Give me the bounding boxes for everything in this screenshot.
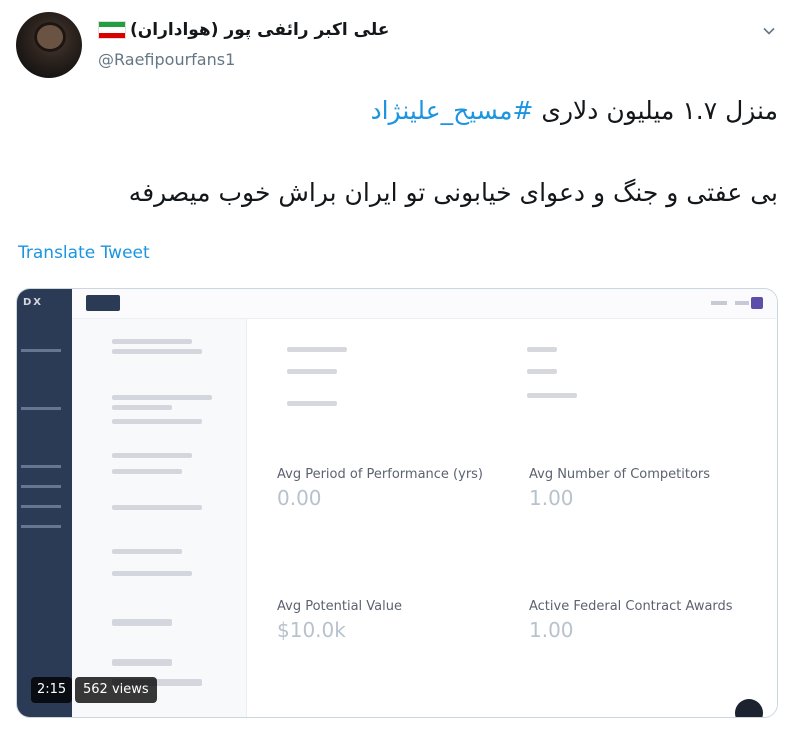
- translate-tweet-link[interactable]: Translate Tweet: [18, 243, 150, 263]
- tweet-text: منزل ۱.۷ میلیون دلاری: [533, 96, 778, 125]
- tweet-card: علی اکبر رائفی پور (هواداران) @Raefipour…: [0, 0, 800, 748]
- user-handle[interactable]: @Raefipourfans1: [98, 50, 235, 69]
- metric-label: Avg Period of Performance (yrs): [277, 467, 484, 482]
- display-name[interactable]: علی اکبر رائفی پور (هواداران): [130, 20, 389, 40]
- metric-active-awards: Active Federal Contract Awards 1.00: [529, 599, 733, 642]
- avatar[interactable]: [16, 12, 82, 78]
- video-app-topbar: [72, 289, 777, 319]
- metric-value: 0.00: [277, 486, 322, 510]
- hashtag-link[interactable]: #مسیح_علینژاد: [370, 96, 533, 125]
- metric-value: 1.00: [529, 486, 574, 510]
- metric-value: 1.00: [529, 618, 574, 642]
- author-name-row: علی اکبر رائفی پور (هواداران): [98, 20, 389, 40]
- metric-value: $10.0k: [277, 618, 346, 642]
- video-app-main: Avg Period of Performance (yrs) 0.00 Avg…: [247, 319, 777, 717]
- tweet-text-line1: منزل ۱.۷ میلیون دلاری #مسیح_علینژاد: [370, 96, 778, 125]
- metric-label: Avg Potential Value: [277, 599, 402, 614]
- metric-label: Avg Number of Competitors: [529, 467, 711, 482]
- video-duration-badge: 2:15: [31, 677, 73, 703]
- video-app-sidebar: DX: [17, 289, 72, 717]
- video-views-badge: 562 views: [75, 677, 157, 703]
- metric-avg-potential-value: Avg Potential Value $10.0k: [277, 599, 402, 642]
- video-player[interactable]: DX Avg Period of Performance (yrs) 0.00 …: [16, 288, 778, 718]
- tweet-text-line2: بی عفتی و جنگ و دعوای خیابونی تو ایران ب…: [128, 178, 778, 207]
- iran-flag-icon: [98, 21, 126, 39]
- metric-label: Active Federal Contract Awards: [529, 599, 733, 614]
- metric-avg-competitors: Avg Number of Competitors 1.00: [529, 467, 710, 510]
- video-app-list: [72, 319, 247, 717]
- metric-avg-period: Avg Period of Performance (yrs) 0.00: [277, 467, 483, 510]
- video-app-logo: DX: [23, 297, 44, 308]
- chevron-down-icon[interactable]: [762, 24, 776, 38]
